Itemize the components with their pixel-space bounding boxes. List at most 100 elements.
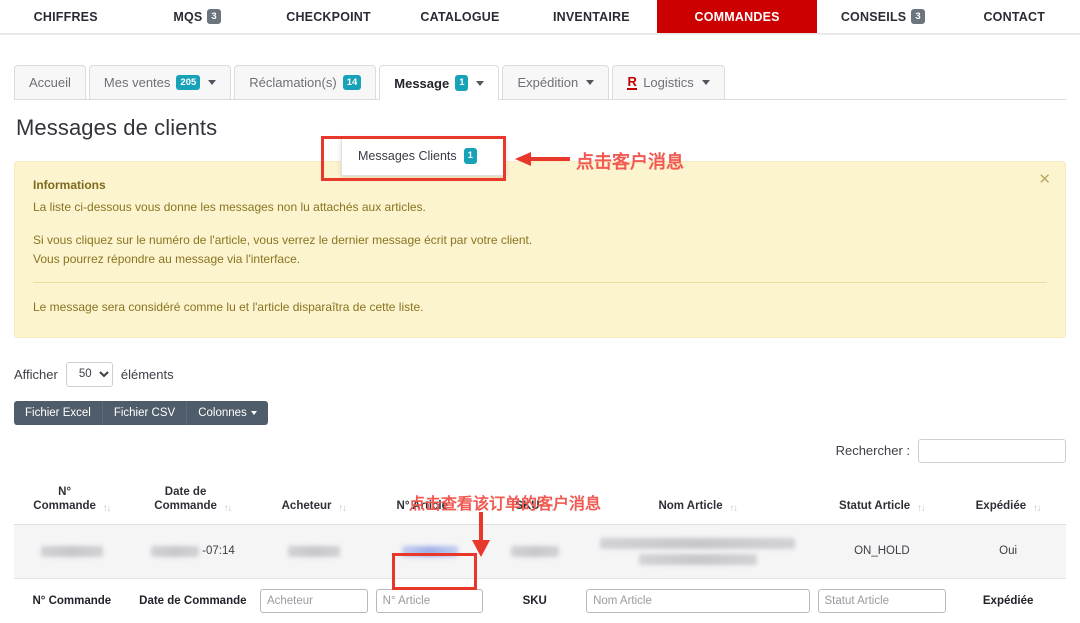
- tab-badge-reclamations: 14: [342, 74, 362, 91]
- columns-button[interactable]: Colonnes: [187, 400, 268, 425]
- dropdown-badge-messages-clients: 1: [463, 148, 477, 164]
- topnav-item-checkpoint[interactable]: CHECKPOINT: [263, 0, 394, 33]
- export-csv-button[interactable]: Fichier CSV: [102, 400, 188, 425]
- page-length-select[interactable]: 50: [65, 361, 113, 387]
- redacted-value: [600, 537, 796, 549]
- alert-line-1: La liste ci-dessous vous donne les messa…: [33, 199, 426, 214]
- filter-input-acheteur[interactable]: [259, 588, 368, 613]
- header-line-2: Expédiée: [975, 500, 1027, 513]
- search-label: Rechercher :: [835, 443, 910, 459]
- table-header-n-commande[interactable]: N° Commande ↑↓: [14, 478, 130, 525]
- topnav-item-chiffres[interactable]: CHIFFRES: [0, 0, 131, 33]
- filter-input-statut-article[interactable]: [817, 588, 947, 613]
- sort-icon[interactable]: ↑↓: [730, 503, 738, 514]
- alert-line-3: Vous pourrez répondre au message via l'i…: [33, 251, 301, 266]
- header-line-2: Nom Article: [658, 500, 723, 513]
- secondary-tab-strip: Accueil Mes ventes 205 Réclamation(s) 14…: [14, 64, 1066, 100]
- page-length-suffix: éléments: [120, 366, 174, 382]
- topnav-item-contact[interactable]: CONTACT: [949, 0, 1080, 33]
- search-row: Rechercher :: [14, 438, 1066, 463]
- redacted-value: [638, 553, 757, 565]
- topnav-item-inventaire[interactable]: INVENTAIRE: [526, 0, 657, 33]
- dropdown-item-messages-clients[interactable]: Messages Clients 1: [342, 143, 505, 169]
- sort-icon[interactable]: ↑↓: [338, 503, 346, 514]
- header-line-2: Statut Article: [839, 500, 911, 513]
- chevron-down-icon: [250, 410, 257, 415]
- topnav-label: INVENTAIRE: [553, 9, 630, 24]
- header-line-2: Commande: [154, 500, 217, 513]
- export-excel-button[interactable]: Fichier Excel: [14, 400, 103, 425]
- chevron-down-icon: [476, 80, 485, 86]
- footer-label-sku: SKU: [522, 594, 547, 607]
- header-line-1: N°: [58, 485, 72, 498]
- tab-expedition[interactable]: Expédition: [502, 65, 610, 99]
- tab-mes-ventes[interactable]: Mes ventes 205: [88, 65, 232, 99]
- topnav-item-mqs[interactable]: MQS 3: [131, 0, 262, 33]
- table-row[interactable]: -07:14 ON_HOLD Oui: [14, 524, 1066, 579]
- topnav-label: CONTACT: [983, 9, 1046, 24]
- tab-accueil[interactable]: Accueil: [14, 65, 86, 99]
- topnav-item-commandes[interactable]: COMMANDES: [657, 0, 818, 33]
- chevron-down-icon: [586, 80, 595, 85]
- tab-label: Réclamation(s): [249, 75, 337, 90]
- message-dropdown-menu: Messages Clients 1: [341, 136, 506, 176]
- annotation-arrow-table: [472, 512, 490, 557]
- dropdown-item-label: Messages Clients: [358, 148, 457, 163]
- header-line-2: Commande: [33, 500, 96, 513]
- table-header-acheteur[interactable]: Acheteur ↑↓: [255, 478, 372, 525]
- cell-sku: [487, 524, 583, 579]
- topnav-badge-mqs: 3: [207, 8, 221, 25]
- tab-badge-mes-ventes: 205: [176, 74, 201, 91]
- cell-nom-article: [582, 524, 814, 579]
- header-line-2: Acheteur: [281, 500, 332, 513]
- chevron-down-icon: [208, 80, 217, 85]
- topnav-label: CATALOGUE: [420, 9, 500, 24]
- topnav-label: CHIFFRES: [33, 9, 98, 24]
- topnav-label: COMMANDES: [694, 9, 780, 24]
- table-header-statut-article[interactable]: Statut Article ↑↓: [813, 478, 951, 525]
- sort-icon[interactable]: ↑↓: [224, 503, 232, 514]
- sort-icon[interactable]: ↑↓: [103, 503, 111, 514]
- table-controls: Afficher 50 éléments Fichier Excel Fichi…: [14, 361, 1066, 425]
- header-line-1: Date de: [164, 485, 207, 498]
- topnav-item-catalogue[interactable]: CATALOGUE: [394, 0, 525, 33]
- alert-line-2: Si vous cliquez sur le numéro de l'artic…: [33, 233, 533, 248]
- topnav-item-conseils[interactable]: CONSEILS 3: [817, 0, 948, 33]
- topnav-badge-conseils: 3: [911, 8, 925, 25]
- sort-icon[interactable]: ↑↓: [1033, 503, 1041, 514]
- cell-date-time: -07:14: [202, 545, 235, 558]
- close-icon[interactable]: ✕: [1038, 172, 1051, 187]
- page-content: Accueil Mes ventes 205 Réclamation(s) 14…: [0, 34, 1080, 619]
- page-length-row: Afficher 50 éléments: [14, 361, 1066, 387]
- alert-title: Informations: [33, 178, 106, 192]
- redacted-link-value[interactable]: [401, 545, 458, 557]
- page-title: Messages de clients: [16, 115, 218, 140]
- annotation-arrow-dropdown: [515, 152, 570, 166]
- footer-label-n-commande: N° Commande: [32, 594, 112, 607]
- cell-acheteur: [255, 524, 372, 579]
- table-header-nom-article[interactable]: Nom Article ↑↓: [582, 478, 814, 525]
- tab-label: Accueil: [29, 75, 71, 90]
- footer-filter-acheteur-cell: [256, 578, 372, 619]
- table-header-expediee[interactable]: Expédiée ↑↓: [950, 478, 1066, 525]
- redacted-value: [150, 545, 199, 557]
- cell-n-commande[interactable]: [14, 524, 130, 579]
- information-alert: Informations La liste ci-dessous vous do…: [14, 161, 1066, 338]
- search-input[interactable]: [918, 438, 1066, 463]
- tab-message[interactable]: Message 1: [379, 65, 500, 100]
- tab-label: Message: [394, 75, 450, 91]
- tab-logistics[interactable]: R Logistics: [612, 65, 725, 99]
- chevron-down-icon: [701, 80, 710, 85]
- table-header-date-commande[interactable]: Date de Commande ↑↓: [129, 478, 256, 525]
- footer-filter-statut-article-cell: [814, 578, 951, 619]
- sort-icon[interactable]: ↑↓: [917, 503, 925, 514]
- cell-statut-article: ON_HOLD: [813, 524, 951, 579]
- page-length-prefix: Afficher: [14, 366, 58, 382]
- filter-input-nom-article[interactable]: [586, 588, 810, 613]
- filter-input-n-article[interactable]: [375, 588, 484, 613]
- table-foot: N° Commande Date de Commande SKU Expédié…: [14, 578, 1066, 619]
- footer-filter-nom-article-cell: [582, 578, 813, 619]
- rakuten-r-logo-icon: R: [627, 73, 638, 90]
- tab-reclamations[interactable]: Réclamation(s) 14: [234, 65, 377, 99]
- tab-label: Logistics: [643, 75, 694, 90]
